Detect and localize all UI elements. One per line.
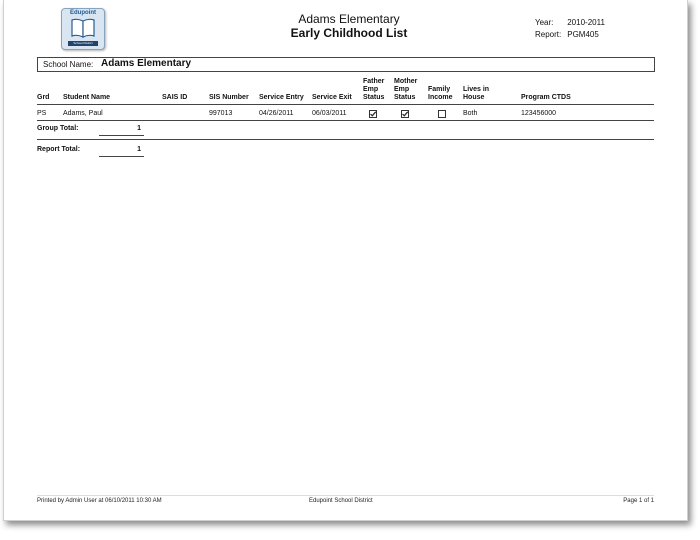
school-name-value: Adams Elementary: [101, 58, 192, 69]
page-number: Page 1 of 1: [623, 498, 654, 504]
row-student-name: Adams, Paul: [63, 110, 103, 117]
row-service-exit: 06/03/2011: [312, 110, 347, 117]
col-program-ctds: Program CTDS: [521, 94, 571, 101]
col-father-line3: Status: [363, 94, 385, 101]
family-income-checkbox: [438, 110, 446, 118]
school-name-bar: School Name: Adams Elementary: [37, 57, 655, 72]
footer-divider: [37, 495, 654, 496]
col-lives-line1: Lives in: [463, 86, 490, 93]
row-service-entry: 04/26/2011: [259, 110, 294, 117]
report-code: PGM405: [567, 30, 599, 39]
col-sais-id: SAIS ID: [162, 94, 188, 101]
report-page: Edupoint School District Adams Elementar…: [3, 0, 688, 521]
col-mother-emp-status: Mother Emp Status: [394, 78, 417, 102]
group-divider: [37, 139, 654, 140]
district-name: Edupoint School District: [309, 498, 373, 504]
book-icon: [71, 18, 95, 38]
col-mother-line2: Emp: [394, 86, 410, 93]
col-mother-line3: Status: [394, 94, 416, 101]
row-sis-number: 997013: [209, 110, 233, 117]
row-lives-in-house: Both: [463, 110, 478, 117]
logo-subtitle: School District: [68, 41, 98, 46]
group-total-underline: [99, 135, 144, 136]
school-title: Adams Elementary: [298, 12, 400, 26]
report-line: Report: PGM405: [535, 30, 599, 39]
row-grd: PS: [37, 110, 47, 117]
col-family-line1: Family: [428, 86, 451, 93]
school-name-label: School Name:: [43, 60, 94, 69]
col-lives-in-house: Lives in House: [463, 86, 489, 102]
col-lives-line2: House: [463, 94, 485, 101]
col-service-entry: Service Entry: [259, 94, 304, 101]
col-mother-line1: Mother: [394, 78, 418, 85]
report-total-label: Report Total:: [37, 146, 81, 153]
logo-brand: Edupoint: [70, 10, 96, 16]
checkmark-icon: [370, 111, 377, 117]
col-student-name: Student Name: [63, 94, 111, 101]
col-father-emp-status: Father Emp Status: [363, 78, 384, 102]
edupoint-logo: Edupoint School District: [61, 8, 105, 50]
header-divider: [37, 104, 654, 105]
group-total-label: Group Total:: [37, 125, 79, 132]
col-grd: Grd: [37, 94, 50, 101]
report-total-underline: [99, 156, 144, 157]
report-title: Early Childhood List: [290, 26, 408, 40]
col-father-line1: Father: [363, 78, 385, 85]
mother-emp-checkbox: [401, 110, 409, 118]
row-divider: [37, 120, 654, 121]
row-program-ctds: 123456000: [521, 110, 557, 117]
report-total-value: 1: [137, 146, 141, 153]
report-label: Report:: [535, 30, 562, 39]
col-service-exit: Service Exit: [312, 94, 352, 101]
col-family-income: Family Income: [428, 86, 453, 102]
checkmark-icon: [402, 111, 409, 117]
year-value: 2010-2011: [567, 18, 605, 27]
group-total-value: 1: [137, 125, 141, 132]
father-emp-checkbox: [369, 110, 377, 118]
year-line: Year: 2010-2011: [535, 18, 605, 27]
col-father-line2: Emp: [363, 86, 379, 93]
printed-by: Printed by Admin User at 06/10/2011 10:3…: [37, 498, 162, 504]
year-label: Year:: [535, 18, 554, 27]
col-family-line2: Income: [428, 94, 453, 101]
col-sis-number: SIS Number: [209, 94, 249, 101]
